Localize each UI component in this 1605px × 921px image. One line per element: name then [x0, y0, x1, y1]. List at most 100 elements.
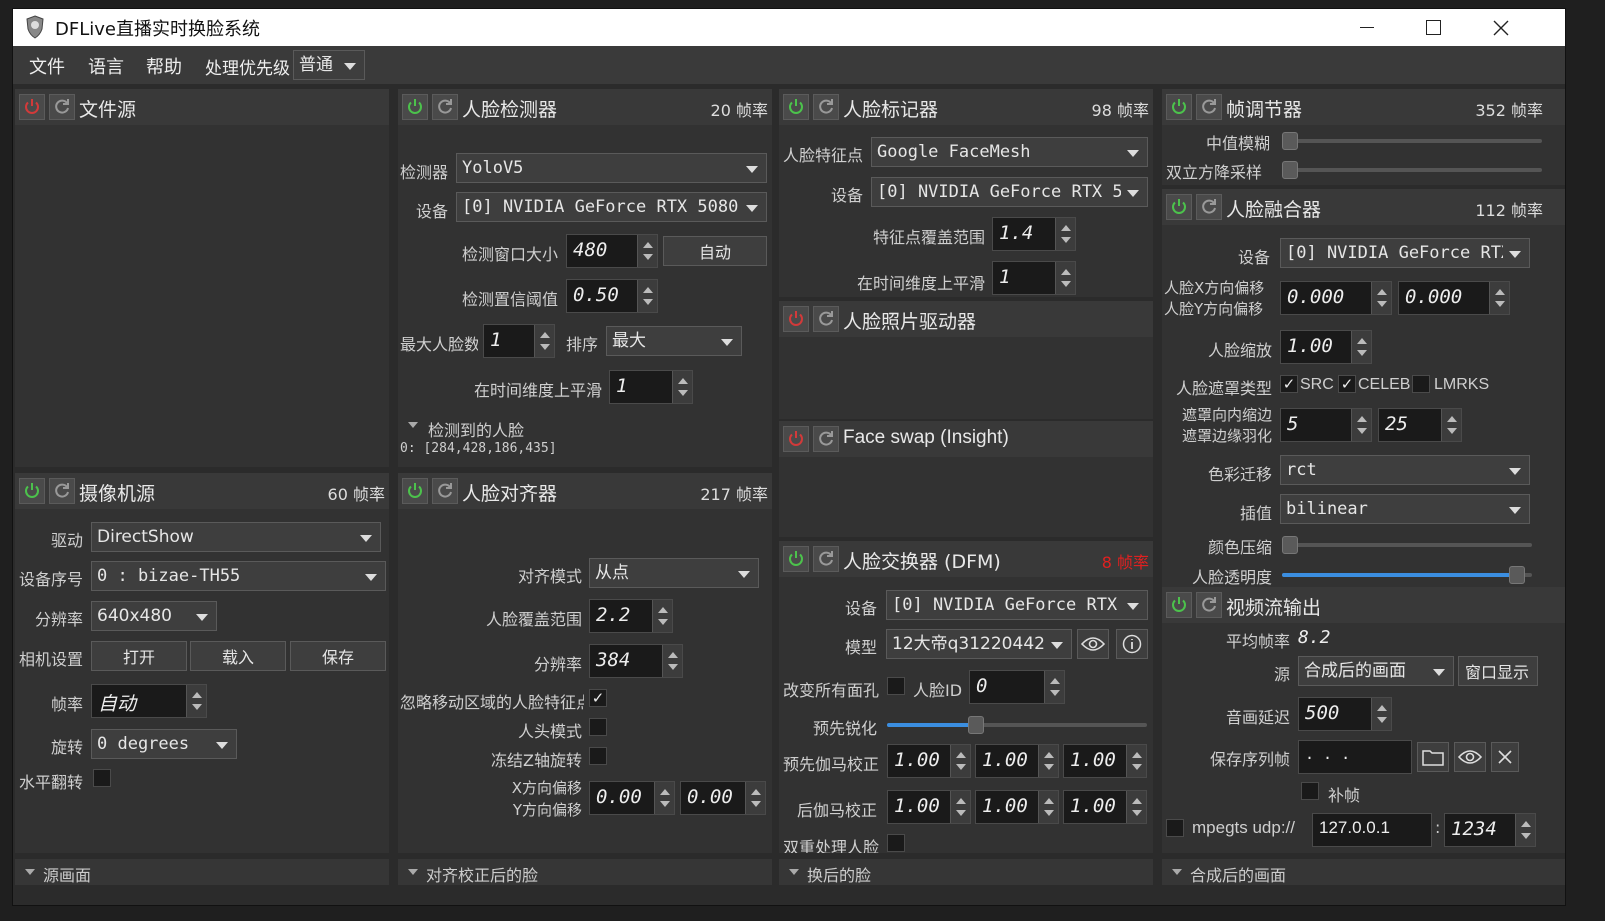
swapper-post-gamma-r[interactable]: 1.00 — [887, 790, 971, 824]
slider-handle[interactable] — [1509, 566, 1525, 584]
detector-auto-button[interactable]: 自动 — [663, 236, 767, 266]
aligner-freeze-checkbox[interactable] — [589, 747, 607, 765]
aligner-y-spinbox[interactable]: 0.00 — [680, 781, 766, 815]
merger-opacity-slider[interactable] — [1282, 566, 1532, 584]
camera-device-select[interactable]: 0 : bizae-TH55 — [91, 561, 386, 591]
aligner-res-spinbox[interactable]: 384 — [589, 644, 683, 678]
merger-src-checkbox[interactable]: ✓ — [1280, 375, 1298, 393]
swapper-device-select[interactable]: [0] NVIDIA GeForce RTX 5 — [886, 590, 1148, 620]
merger-xoff-spinbox[interactable]: 0.000 — [1280, 281, 1392, 315]
merger-blur-spinbox[interactable]: 25 — [1378, 408, 1462, 442]
merger-erode-spinbox[interactable]: 5 — [1280, 408, 1372, 442]
swapper-info-button[interactable] — [1116, 629, 1148, 659]
detector-sort-select[interactable]: 最大 — [606, 326, 742, 356]
footer-merged[interactable]: 合成后的画面 — [1162, 859, 1565, 885]
footer-swapped[interactable]: 换后的脸 — [779, 859, 1153, 885]
swapper-pre-gamma-g[interactable]: 1.00 — [975, 744, 1059, 778]
swapper-post-gamma-b[interactable]: 1.00 — [1063, 790, 1147, 824]
animator-reset-button[interactable] — [813, 306, 839, 332]
adjuster-bicubic-slider[interactable] — [1282, 161, 1542, 179]
aligner-reset-button[interactable] — [432, 478, 458, 504]
merger-interp-select[interactable]: bilinear — [1280, 494, 1530, 524]
aligner-power-button[interactable] — [402, 478, 428, 504]
menu-language[interactable]: 语言 — [88, 53, 124, 79]
swapper-model-select[interactable]: 12大帝q3122044208 — [886, 629, 1072, 659]
merger-yoff-spinbox[interactable]: 0.000 — [1398, 281, 1510, 315]
detector-power-button[interactable] — [402, 94, 428, 120]
marker-device-select[interactable]: [0] NVIDIA GeForce RTX 508 — [871, 177, 1148, 207]
detector-threshold-spinbox[interactable]: 0.50 — [566, 279, 658, 313]
stream-power-button[interactable] — [1166, 592, 1192, 618]
swapper-preview-button[interactable] — [1077, 629, 1109, 659]
marker-reset-button[interactable] — [813, 94, 839, 120]
aligner-ignore-checkbox[interactable]: ✓ — [589, 689, 607, 707]
camera-power-button[interactable] — [19, 478, 45, 504]
animator-power-button[interactable] — [783, 306, 809, 332]
stream-reset-button[interactable] — [1196, 592, 1222, 618]
stream-preview-button[interactable] — [1454, 742, 1486, 772]
aligner-head-checkbox[interactable] — [589, 718, 607, 736]
adjuster-power-button[interactable] — [1166, 94, 1192, 120]
marker-power-button[interactable] — [783, 94, 809, 120]
slider-handle[interactable] — [968, 716, 984, 734]
detector-type-select[interactable]: YoloV5 — [456, 153, 767, 183]
swapper-pre-gamma-b[interactable]: 1.00 — [1063, 744, 1147, 778]
file-source-power-button[interactable] — [19, 94, 45, 120]
camera-rotation-select[interactable]: 0 degrees — [91, 729, 237, 759]
stream-mpegts-checkbox[interactable] — [1166, 819, 1184, 837]
stream-folder-button[interactable] — [1417, 742, 1449, 772]
file-source-reset-button[interactable] — [49, 94, 75, 120]
footer-aligned[interactable]: 对齐校正后的脸 — [398, 859, 772, 885]
camera-load-button[interactable]: 载入 — [190, 641, 286, 671]
stream-seq-path[interactable]: . . . — [1298, 740, 1412, 774]
slider-handle[interactable] — [1282, 132, 1298, 150]
camera-save-button[interactable]: 保存 — [290, 641, 386, 671]
merger-reset-button[interactable] — [1196, 194, 1222, 220]
marker-landmarks-select[interactable]: Google FaceMesh — [871, 137, 1148, 167]
swapper-all-faces-checkbox[interactable] — [887, 677, 905, 695]
camera-fps-spinbox[interactable]: 自动 — [91, 684, 207, 718]
detected-faces-label[interactable]: 检测到的人脸 — [428, 417, 524, 441]
swapper-id-spinbox[interactable]: 0 — [969, 670, 1065, 704]
stream-delay-spinbox[interactable]: 500 — [1298, 697, 1392, 731]
camera-open-button[interactable]: 打开 — [91, 641, 187, 671]
marker-range-spinbox[interactable]: 1.4 — [992, 217, 1076, 251]
camera-driver-select[interactable]: DirectShow — [91, 522, 381, 552]
stream-source-select[interactable]: 合成后的画面 — [1298, 656, 1454, 686]
merger-lmrks-checkbox[interactable] — [1412, 375, 1430, 393]
stream-port-spinbox[interactable]: 1234 — [1444, 813, 1536, 847]
swapper-sharpen-slider[interactable] — [887, 716, 1147, 734]
merger-scale-spinbox[interactable]: 1.00 — [1280, 330, 1372, 364]
stream-ip-input[interactable]: 127.0.0.1 — [1312, 813, 1432, 847]
merger-device-select[interactable]: [0] NVIDIA GeForce RTX — [1280, 238, 1530, 268]
maximize-button[interactable] — [1401, 9, 1465, 46]
detector-reset-button[interactable] — [432, 94, 458, 120]
swapper-power-button[interactable] — [783, 546, 809, 572]
camera-reset-button[interactable] — [49, 478, 75, 504]
detector-window-spinbox[interactable]: 480 — [566, 234, 658, 268]
merger-compress-slider[interactable] — [1282, 536, 1532, 554]
camera-res-select[interactable]: 640x480 — [91, 601, 217, 631]
aligner-mode-select[interactable]: 从点 — [589, 558, 759, 588]
minimize-button[interactable] — [1335, 9, 1399, 46]
detector-smooth-spinbox[interactable]: 1 — [609, 370, 693, 404]
expand-triangle-icon[interactable] — [408, 422, 418, 428]
stream-fill-checkbox[interactable] — [1301, 782, 1319, 800]
priority-select[interactable]: 普通 — [293, 50, 365, 80]
insight-power-button[interactable] — [783, 426, 809, 452]
menu-help[interactable]: 帮助 — [146, 53, 182, 79]
detector-max-faces-spinbox[interactable]: 1 — [483, 324, 555, 358]
aligner-x-spinbox[interactable]: 0.00 — [589, 781, 675, 815]
insight-reset-button[interactable] — [813, 426, 839, 452]
swapper-reset-button[interactable] — [813, 546, 839, 572]
merger-color-select[interactable]: rct — [1280, 455, 1530, 485]
slider-handle[interactable] — [1282, 536, 1298, 554]
detector-device-select[interactable]: [0] NVIDIA GeForce RTX 5080 [ — [456, 192, 767, 222]
camera-flip-checkbox[interactable] — [93, 769, 111, 787]
menu-file[interactable]: 文件 — [29, 53, 65, 79]
footer-source[interactable]: 源画面 — [15, 859, 389, 885]
merger-power-button[interactable] — [1166, 194, 1192, 220]
slider-handle[interactable] — [1282, 161, 1298, 179]
aligner-coverage-spinbox[interactable]: 2.2 — [589, 599, 673, 633]
swapper-post-gamma-g[interactable]: 1.00 — [975, 790, 1059, 824]
